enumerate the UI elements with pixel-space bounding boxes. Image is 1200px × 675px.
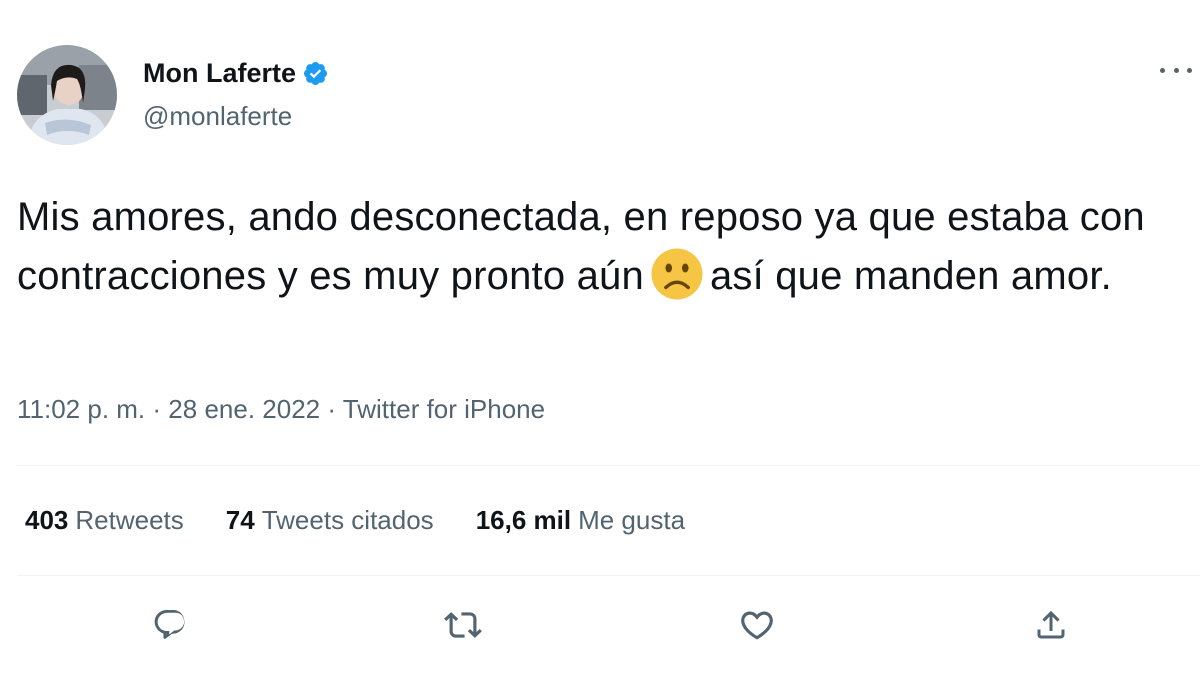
tweet-text-part2: así que manden amor.: [709, 254, 1112, 298]
stat-likes[interactable]: 16,6 mil Me gusta: [476, 503, 685, 537]
share-icon: [1037, 610, 1065, 639]
stat-label: Me gusta: [578, 505, 686, 535]
tweet-card: Mon Laferte @monlaferte Mis amores, ando…: [0, 0, 1200, 675]
stat-label: Tweets citados: [261, 505, 434, 535]
avatar[interactable]: [17, 45, 117, 145]
stat-count: 16,6 mil: [475, 505, 572, 535]
tweet-meta: 11:02 p. m. · 28 ene. 2022 · Twitter for…: [17, 392, 545, 426]
stat-count: 403: [25, 505, 69, 535]
reply-icon: [154, 610, 185, 639]
more-dot: [1173, 67, 1179, 73]
divider: [17, 575, 1200, 576]
more-dot: [1160, 67, 1165, 73]
divider: [17, 465, 1200, 466]
stat-quote-tweets[interactable]: 74 Tweets citados: [226, 503, 434, 537]
share-button[interactable]: [1031, 605, 1071, 645]
slightly-frowning-face-icon: [651, 248, 703, 300]
more-dot: [1187, 67, 1192, 73]
stat-count: 74: [225, 505, 255, 535]
meta-separator: ·: [152, 394, 162, 424]
avatar-photo: [17, 45, 117, 145]
like-icon: [741, 611, 773, 640]
author-name[interactable]: Mon Laferte: [143, 57, 296, 89]
tweet-text: Mis amores, ando desconectada, en reposo…: [17, 188, 1187, 306]
author-name-row[interactable]: Mon Laferte: [143, 57, 329, 89]
retweet-button[interactable]: [443, 605, 483, 645]
tweet-time[interactable]: 11:02 p. m.: [17, 394, 145, 424]
like-button[interactable]: [737, 605, 777, 645]
stat-retweets[interactable]: 403 Retweets: [25, 503, 184, 537]
tweet-stats: 403 Retweets 74 Tweets citados 16,6 mil …: [25, 503, 685, 537]
tweet-source[interactable]: Twitter for iPhone: [343, 394, 545, 424]
more-options-icon[interactable]: [1160, 60, 1192, 80]
author-handle[interactable]: @monlaferte: [143, 100, 292, 132]
reply-button[interactable]: [150, 605, 190, 645]
stat-label: Retweets: [75, 505, 184, 535]
tweet-date[interactable]: 28 ene. 2022: [168, 394, 320, 424]
meta-separator: ·: [327, 394, 337, 424]
verified-badge-icon: [303, 61, 328, 85]
retweet-icon: [444, 612, 482, 638]
